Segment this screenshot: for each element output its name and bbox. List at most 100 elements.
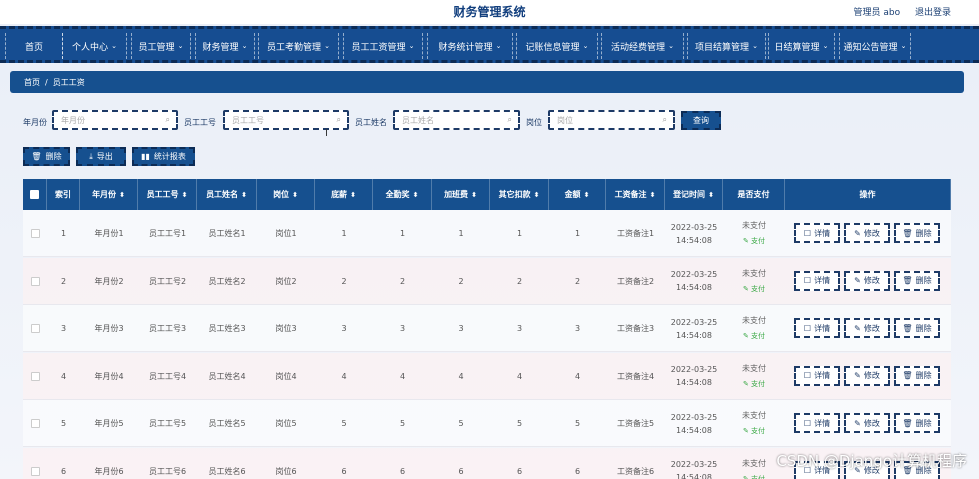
cell-month: 年月份5 — [94, 419, 124, 428]
pay-link[interactable]: ✎ 支付 — [743, 425, 765, 438]
month-placeholder: 年月份 — [61, 115, 85, 125]
cell-idx: 3 — [60, 324, 67, 333]
detail-button[interactable]: ☐ 详情 — [794, 318, 840, 338]
edit-button[interactable]: ✎ 修改 — [844, 270, 890, 291]
nav-item-label: 员工考勤管理 — [267, 42, 322, 53]
column-header-5[interactable]: 底薪 ⬍ — [315, 179, 373, 210]
search-button[interactable]: 查询 — [681, 111, 721, 130]
delete-label: 删除 — [915, 276, 932, 285]
chevron-down-icon: ⌄ — [582, 42, 589, 50]
pay-link[interactable]: ✎ 支付 — [743, 235, 765, 248]
nav-item-2[interactable]: 员工管理 ⌄ — [131, 33, 191, 59]
row-checkbox[interactable] — [30, 466, 40, 476]
cell-register-time: 2022-03-25 14:54:08 — [665, 400, 723, 447]
row-checkbox[interactable] — [30, 229, 40, 238]
column-header-0: 索引 — [47, 179, 80, 210]
column-header-2[interactable]: 员工工号 ⬍ — [138, 179, 197, 210]
column-header-4[interactable]: 岗位 ⬍ — [257, 179, 315, 210]
edit-button[interactable]: ✎ 修改 — [844, 318, 890, 338]
delete-button[interactable]: 🗑 删除 — [23, 147, 70, 166]
nav-item-7[interactable]: 记账信息管理 ⌄ — [516, 33, 598, 59]
nav-item-6[interactable]: 财务统计管理 ⌄ — [427, 33, 513, 59]
empname-label: 员工姓名 — [355, 118, 387, 127]
pay-icon: ✎ — [742, 332, 752, 340]
breadcrumb-home[interactable]: 首页 — [24, 77, 40, 88]
column-header-11[interactable]: 登记时间 ⬍ — [665, 179, 723, 210]
logout-link[interactable]: 退出登录 — [915, 8, 951, 18]
row-delete-button[interactable]: 🗑 删除 — [894, 413, 940, 433]
row-delete-button[interactable]: 🗑 删除 — [894, 318, 940, 338]
cell-remark: 工资备注2 — [616, 276, 655, 286]
nav-item-11[interactable]: 通知公告管理 ⌄ — [839, 33, 911, 59]
pay-link[interactable]: ✎ 支付 — [743, 378, 765, 391]
column-header-6[interactable]: 全勤奖 ⬍ — [373, 179, 432, 210]
pay-icon: ✎ — [742, 474, 752, 479]
cell-attend: 6 — [399, 466, 406, 476]
sort-icon: ⬍ — [412, 190, 419, 199]
row-checkbox[interactable] — [30, 419, 40, 428]
nav-item-1[interactable]: 个人中心 ⌄ — [62, 33, 127, 59]
cell-post: 岗位5 — [275, 419, 297, 428]
nav-item-4[interactable]: 员工考勤管理 ⌄ — [258, 33, 339, 59]
sort-icon: ⬍ — [649, 190, 656, 199]
edit-label: 修改 — [863, 371, 880, 380]
detail-button[interactable]: ☐ 详情 — [794, 365, 840, 386]
detail-button[interactable]: ☐ 详情 — [794, 223, 840, 243]
detail-label: 详情 — [814, 371, 831, 380]
paid-status: 未支付 — [742, 221, 766, 230]
edit-icon: ✎ — [854, 371, 861, 380]
edit-icon: ✎ — [854, 323, 861, 333]
cell-month: 年月份6 — [94, 466, 124, 476]
row-checkbox[interactable] — [30, 371, 40, 381]
post-input[interactable]: 岗位 ⌕ — [548, 110, 675, 130]
column-header-10[interactable]: 工资备注 ⬍ — [606, 179, 665, 210]
cell-base: 6 — [341, 466, 347, 476]
column-header-3[interactable]: 员工姓名 ⬍ — [197, 179, 257, 210]
column-header-8[interactable]: 其它扣款 ⬍ — [490, 179, 549, 210]
edit-button[interactable]: ✎ 修改 — [844, 413, 890, 433]
nav-item-9[interactable]: 项目结算管理 ⌄ — [687, 33, 766, 59]
column-header-12: 是否支付 — [723, 179, 785, 210]
edit-label: 修改 — [863, 418, 880, 428]
edit-icon: ✎ — [854, 276, 861, 285]
pay-link[interactable]: ✎ 支付 — [743, 330, 765, 343]
row-delete-button[interactable]: 🗑 删除 — [894, 223, 940, 243]
detail-icon: ☐ — [803, 371, 812, 380]
select-all-checkbox[interactable] — [30, 190, 39, 199]
nav-item-10[interactable]: 日结算管理 ⌄ — [768, 33, 835, 59]
edit-button[interactable]: ✎ 修改 — [844, 223, 890, 243]
post-label: 岗位 — [526, 118, 542, 127]
empno-input[interactable]: 员工工号 ⌕ — [223, 110, 349, 130]
detail-icon: ☐ — [803, 323, 812, 333]
column-header-9[interactable]: 金额 ⬍ — [549, 179, 606, 210]
column-header-1[interactable]: 年月份 ⬍ — [80, 179, 138, 210]
nav-item-label: 项目结算管理 — [695, 42, 750, 53]
pay-link[interactable]: ✎ 支付 — [743, 283, 765, 296]
detail-icon: ☐ — [803, 418, 812, 428]
stats-report-button[interactable]: ▮▮ 统计报表 — [132, 147, 195, 166]
nav-item-label: 记账信息管理 — [525, 42, 580, 53]
pay-icon: ✎ — [742, 379, 752, 388]
edit-icon: ✎ — [854, 228, 861, 238]
column-header-7[interactable]: 加班费 ⬍ — [432, 179, 490, 210]
row-checkbox[interactable] — [30, 276, 40, 286]
column-header-label: 其它扣款 — [498, 190, 531, 199]
nav-item-8[interactable]: 活动经费管理 ⌄ — [601, 33, 684, 59]
edit-button[interactable]: ✎ 修改 — [844, 365, 890, 386]
column-header-label: 底薪 — [331, 190, 348, 199]
nav-item-5[interactable]: 员工工资管理 ⌄ — [343, 33, 423, 59]
pay-link[interactable]: ✎ 支付 — [743, 473, 765, 479]
nav-item-3[interactable]: 财务管理 ⌄ — [195, 33, 255, 59]
column-header-label: 操作 — [859, 190, 876, 199]
detail-button[interactable]: ☐ 详情 — [794, 413, 840, 433]
row-delete-button[interactable]: 🗑 删除 — [894, 270, 940, 291]
detail-button[interactable]: ☐ 详情 — [794, 270, 840, 291]
export-button[interactable]: ⤓ 导出 — [76, 147, 126, 166]
empname-input[interactable]: 员工姓名 ⌕ — [393, 110, 520, 130]
column-header-label: 员工姓名 — [206, 190, 239, 199]
nav-item-0[interactable]: 首页 — [5, 33, 63, 59]
month-input[interactable]: 年月份 ⌕ — [52, 110, 178, 130]
row-delete-button[interactable]: 🗑 删除 — [894, 365, 940, 386]
sort-icon: ⬍ — [241, 190, 247, 199]
row-checkbox[interactable] — [30, 324, 40, 333]
